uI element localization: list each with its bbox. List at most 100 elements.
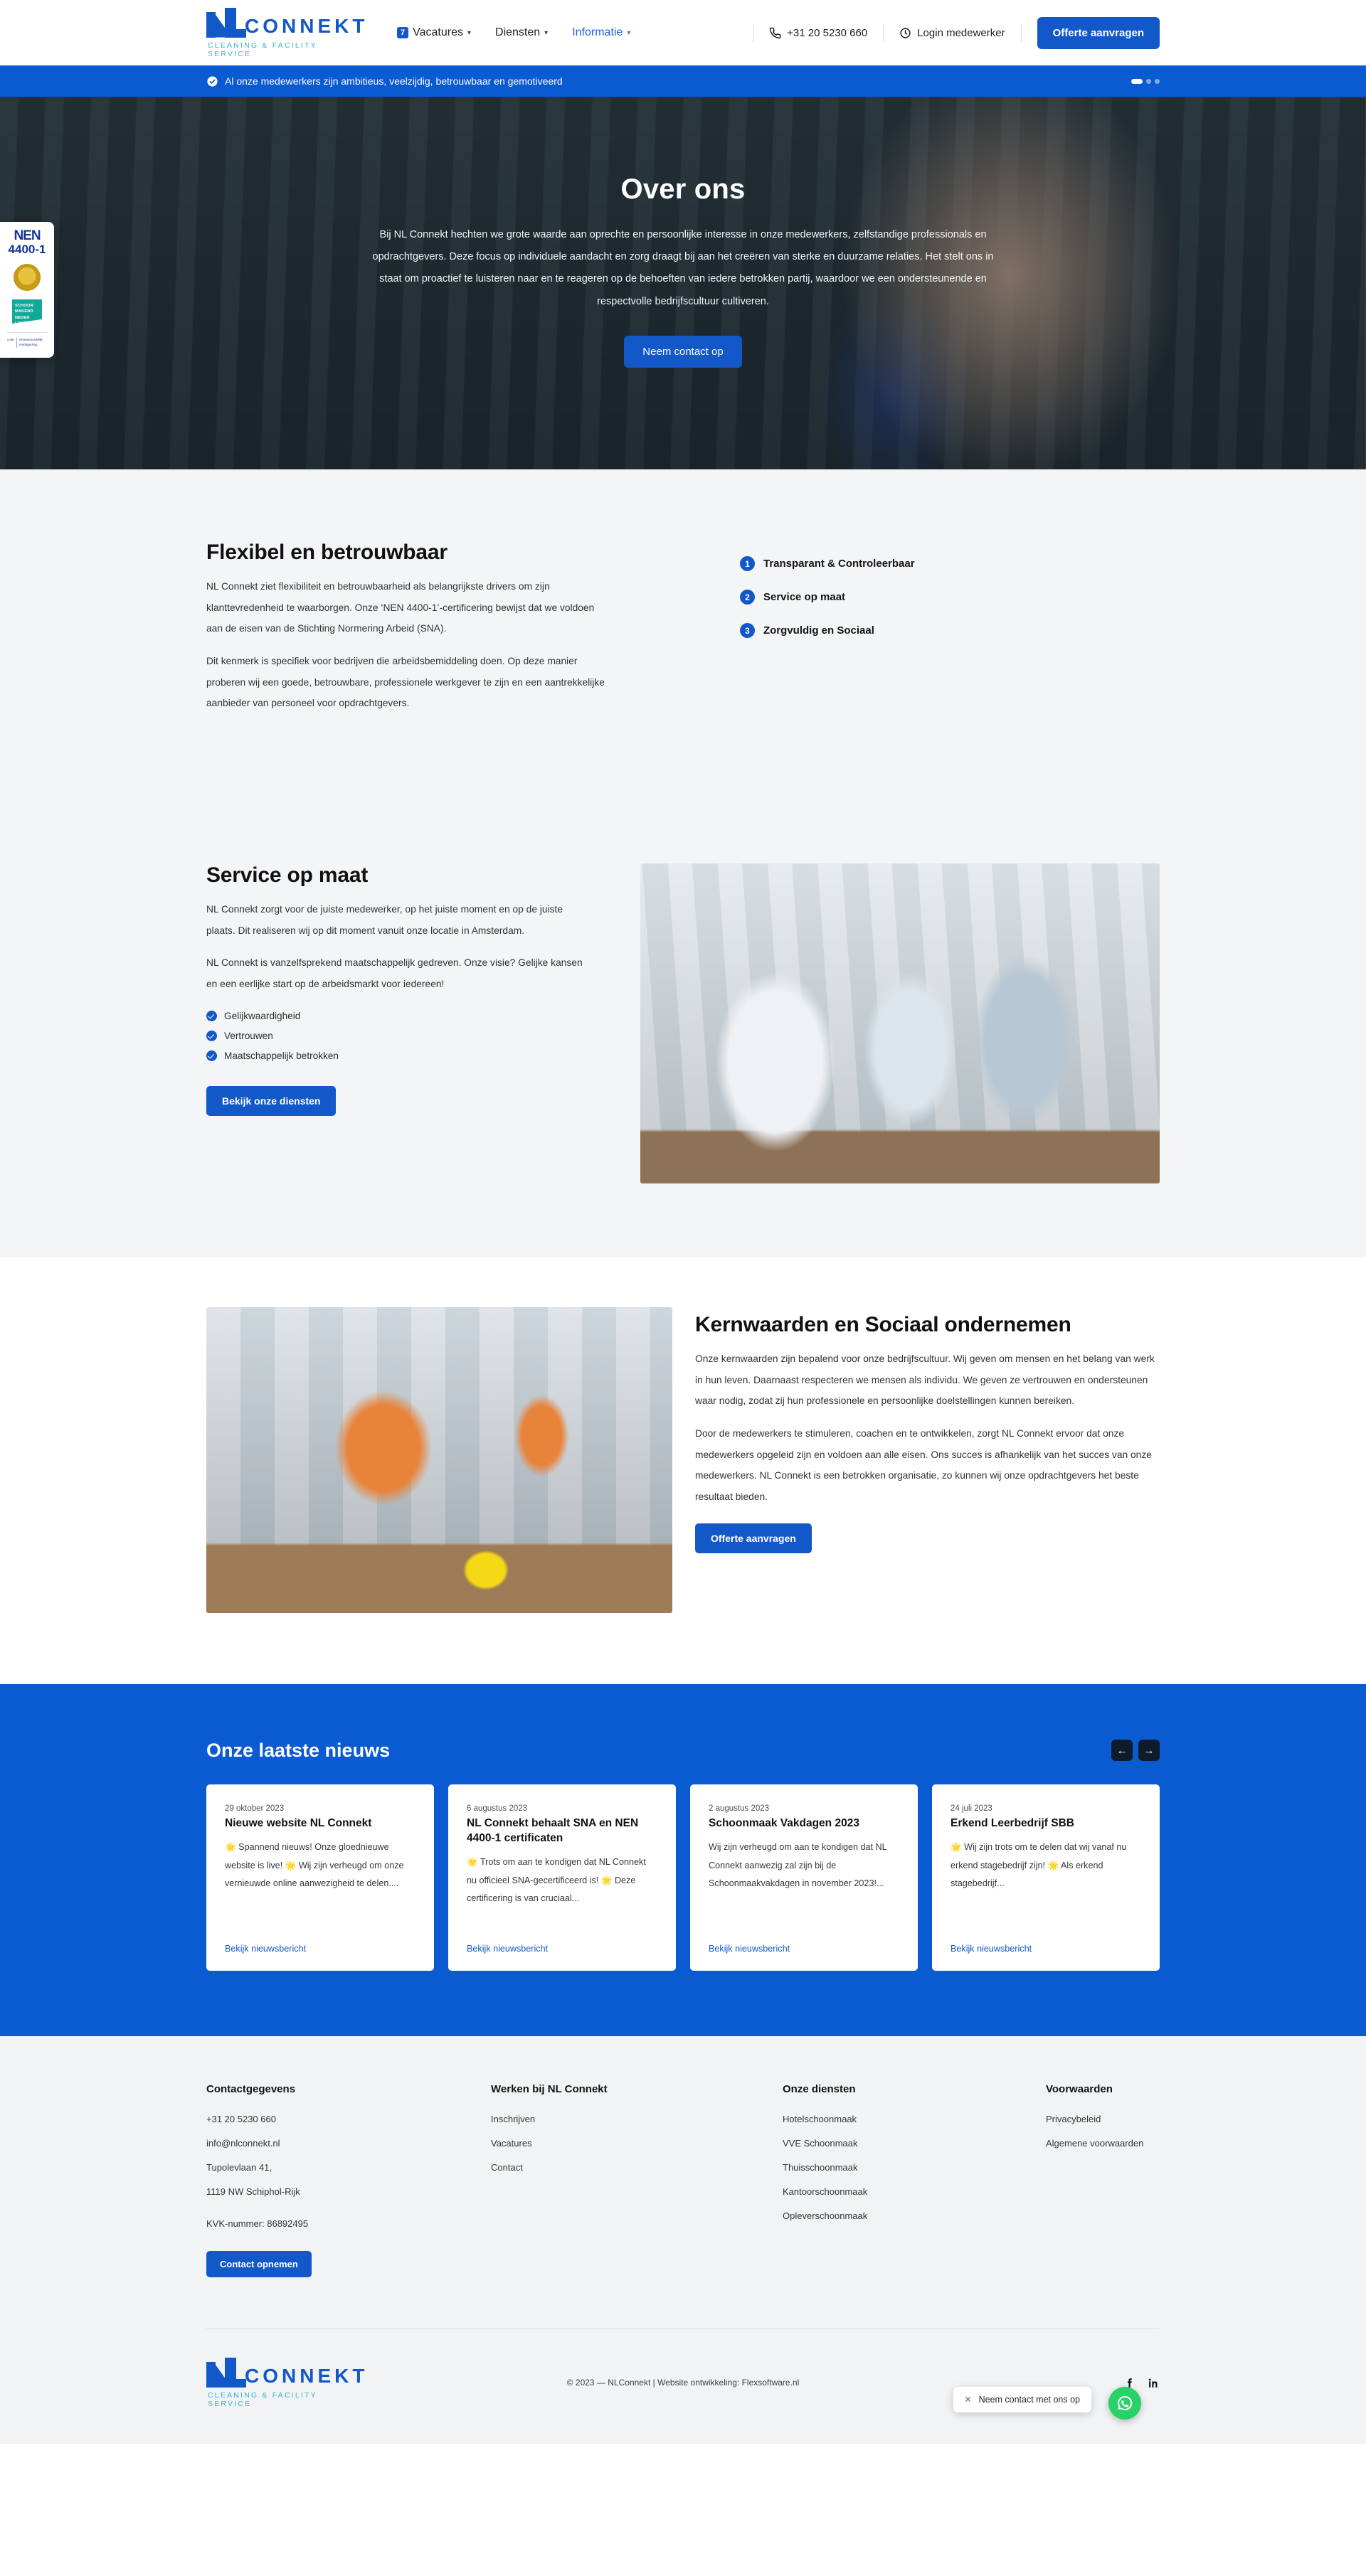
phone-icon (769, 27, 781, 38)
footer-heading-werken: Werken bij NL Connekt (491, 2082, 608, 2095)
check-label-2: Vertrouwen (224, 1030, 273, 1041)
chat-prompt-label: Neem contact met ons op (978, 2394, 1080, 2405)
nen-badge: NEN 4400-1 (9, 229, 46, 255)
footer-link-contact[interactable]: Contact (491, 2162, 783, 2173)
footer-link-vacatures[interactable]: Vacatures (491, 2138, 783, 2149)
whatsapp-icon (1118, 2395, 1133, 2410)
close-icon[interactable]: ✕ (965, 2395, 972, 2405)
footer-phone[interactable]: +31 20 5230 660 (206, 2114, 491, 2124)
list-label-2: Service op maat (763, 591, 846, 603)
footer-link-hotelschoonmaak[interactable]: Hotelschoonmaak (783, 2114, 1046, 2124)
header-phone-label: +31 20 5230 660 (787, 26, 868, 39)
news-card[interactable]: 29 oktober 2023 Nieuwe website NL Connek… (206, 1784, 434, 1971)
kernwaarden-paragraph-2: Door de medewerkers te stimuleren, coach… (695, 1427, 1152, 1502)
flexibel-section: Flexibel en betrouwbaar NL Connekt ziet … (0, 469, 1366, 805)
flexibel-paragraph-2: Dit kenmerk is specifiek voor bedrijven … (206, 655, 605, 709)
page-title: Over ons (620, 174, 746, 205)
footer-columns: Contactgegevens +31 20 5230 660 info@nlc… (206, 2083, 1160, 2277)
list-item: Gelijkwaardigheid (206, 1010, 591, 1021)
site-header: CONNEKT CLEANING & FACILITY SERVICE 7 Va… (0, 0, 1366, 65)
list-item[interactable]: 1 Transparant & Controleerbaar (740, 556, 1138, 571)
footer-contact-column: Contactgegevens +31 20 5230 660 info@nlc… (206, 2083, 491, 2277)
header-actions: +31 20 5230 660 Login medewerker Offerte… (753, 16, 1160, 49)
cvm-right: verantwoordelijk marktgedrag (18, 338, 43, 346)
footer-kvk: KVK-nummer: 86892495 (206, 2218, 309, 2229)
header-logo[interactable]: CONNEKT CLEANING & FACILITY SERVICE (206, 7, 364, 58)
footer-link-algemene-voorwaarden[interactable]: Algemene voorwaarden (1046, 2138, 1160, 2149)
footer-link-kantoorschoonmaak[interactable]: Kantoorschoonmaak (783, 2186, 1046, 2197)
logo-wordmark: CONNEKT (245, 14, 369, 37)
news-carousel-controls: ← → (1111, 1740, 1160, 1762)
offerte-aanvragen-button[interactable]: Offerte aanvragen (1037, 16, 1160, 49)
nav-item-diensten[interactable]: Diensten ▾ (495, 26, 548, 39)
news-read-more-link[interactable]: Bekijk nieuwsbericht (467, 1944, 657, 1954)
footer-heading-contact: Contactgegevens (206, 2082, 296, 2095)
news-section: Onze laatste nieuws ← → 29 oktober 2023 … (0, 1683, 1366, 2036)
news-heading: Onze laatste nieuws (206, 1739, 391, 1761)
chevron-down-icon: ▾ (544, 28, 549, 37)
vacatures-count-badge: 7 (397, 26, 409, 39)
footer-link-privacybeleid[interactable]: Privacybeleid (1046, 2114, 1160, 2124)
news-card[interactable]: 2 augustus 2023 Schoonmaak Vakdagen 2023… (690, 1784, 918, 1971)
site-footer: Contactgegevens +31 20 5230 660 info@nlc… (0, 2035, 1366, 2444)
list-item[interactable]: 3 Zorgvuldig en Sociaal (740, 623, 1138, 638)
nav-label-diensten: Diensten (495, 26, 541, 38)
banner-dot-1[interactable] (1131, 78, 1143, 84)
banner-message: Al onze medewerkers zijn ambitieus, veel… (206, 75, 563, 87)
news-read-more-link[interactable]: Bekijk nieuwsbericht (951, 1944, 1141, 1954)
list-label-3: Zorgvuldig en Sociaal (763, 624, 874, 637)
main-nav: 7 Vacatures ▾ Diensten ▾ Informatie ▾ (397, 26, 630, 39)
certification-widget[interactable]: NEN 4400-1 SCHOON MAKEND NEDER LAND code… (0, 222, 54, 358)
header-phone[interactable]: +31 20 5230 660 (753, 23, 884, 42)
nen-line2: 4400-1 (8, 243, 46, 256)
check-badge-icon (207, 75, 218, 87)
banner-dot-3[interactable] (1155, 78, 1160, 84)
hero-paragraph: Bij NL Connekt hechten we grote waarde a… (372, 229, 994, 307)
footer-link-vve-schoonmaak[interactable]: VVE Schoonmaak (783, 2138, 1046, 2149)
header-login[interactable]: Login medewerker (884, 23, 1022, 42)
carousel-next-button[interactable]: → (1138, 1740, 1160, 1762)
whatsapp-button[interactable] (1108, 2386, 1141, 2420)
nav-label-vacatures: Vacatures (413, 26, 463, 38)
check-label-1: Gelijkwaardigheid (224, 1010, 301, 1021)
check-icon (206, 1030, 217, 1041)
footer-link-inschrijven[interactable]: Inschrijven (491, 2114, 783, 2124)
flexibel-list-column: 1 Transparant & Controleerbaar 2 Service… (740, 541, 1138, 714)
news-excerpt: 🌟 Wij zijn trots om te delen dat wij van… (951, 1841, 1127, 1889)
list-item[interactable]: 2 Service op maat (740, 590, 1138, 605)
footer-heading-voorwaarden: Voorwaarden (1046, 2082, 1113, 2095)
list-item: Maatschappelijk betrokken (206, 1050, 591, 1061)
banner-dots (1131, 78, 1160, 84)
schoonmakend-nederland-badge: SCHOON MAKEND NEDER LAND (12, 299, 42, 324)
footer-email[interactable]: info@nlconnekt.nl (206, 2138, 491, 2149)
footer-logo[interactable]: CONNEKT CLEANING & FACILITY SERVICE (206, 2357, 364, 2408)
news-card[interactable]: 6 augustus 2023 NL Connekt behaalt SNA e… (448, 1784, 676, 1971)
contact-opnemen-button[interactable]: Contact opnemen (206, 2250, 312, 2277)
footer-link-thuisschoonmaak[interactable]: Thuisschoonmaak (783, 2162, 1046, 2173)
bekijk-diensten-button[interactable]: Bekijk onze diensten (206, 1085, 337, 1116)
service-text-column: Service op maat NL Connekt zorgt voor de… (206, 863, 591, 1183)
linkedin-icon[interactable] (1148, 2377, 1160, 2389)
footer-link-opleverschoonmaak[interactable]: Opleverschoonmaak (783, 2210, 1046, 2221)
carousel-prev-button[interactable]: ← (1111, 1740, 1133, 1762)
news-title: Nieuwe website NL Connekt (225, 1816, 372, 1829)
banner-dot-2[interactable] (1146, 78, 1151, 84)
cvm-left: code (7, 338, 14, 341)
chat-prompt[interactable]: ✕ Neem contact met ons op (953, 2386, 1091, 2412)
list-label-1: Transparant & Controleerbaar (763, 558, 915, 570)
news-read-more-link[interactable]: Bekijk nieuwsbericht (225, 1944, 415, 1954)
news-date: 2 augustus 2023 (709, 1804, 770, 1813)
nav-item-informatie[interactable]: Informatie ▾ (572, 26, 630, 39)
news-card[interactable]: 24 juli 2023 Erkend Leerbedrijf SBB 🌟 Wi… (932, 1784, 1160, 1971)
cleaning-team-photo (640, 863, 1160, 1183)
code-verantwoordelijk-marktgedrag-badge: code verantwoordelijk marktgedrag (7, 332, 47, 348)
footer-diensten-column: Onze diensten Hotelschoonmaak VVE Schoon… (783, 2083, 1046, 2277)
footer-bottom-bar: CONNEKT CLEANING & FACILITY SERVICE © 20… (206, 2329, 1160, 2444)
footer-voorwaarden-column: Voorwaarden Privacybeleid Algemene voorw… (1046, 2083, 1160, 2277)
news-read-more-link[interactable]: Bekijk nieuwsbericht (709, 1944, 899, 1954)
hero-contact-button[interactable]: Neem contact op (624, 335, 742, 368)
nav-item-vacatures[interactable]: 7 Vacatures ▾ (397, 26, 471, 39)
kernwaarden-section: Kernwaarden en Sociaal ondernemen Onze k… (0, 1257, 1366, 1684)
news-header: Onze laatste nieuws ← → (206, 1740, 1160, 1762)
kernwaarden-offerte-button[interactable]: Offerte aanvragen (695, 1523, 812, 1553)
